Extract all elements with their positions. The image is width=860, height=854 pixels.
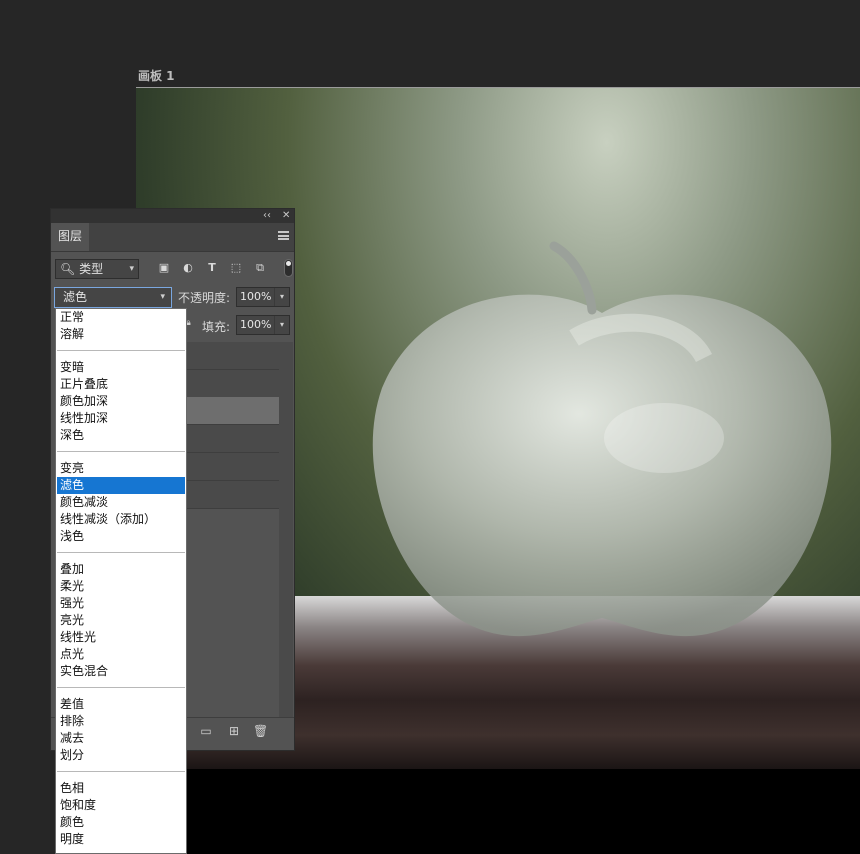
- filter-toggle[interactable]: [284, 259, 293, 277]
- smart-object-icon[interactable]: ⧉: [253, 261, 267, 275]
- chevron-down-icon: ▾: [129, 264, 134, 274]
- blend-mode-option[interactable]: 变暗: [57, 359, 185, 376]
- blend-mode-option[interactable]: 饱和度: [57, 797, 185, 814]
- blend-mode-option[interactable]: 正片叠底: [57, 376, 185, 393]
- panel-tab-bar: 图层: [51, 223, 294, 252]
- blend-mode-option[interactable]: 划分: [57, 747, 185, 764]
- folder-icon[interactable]: ▭: [199, 724, 213, 738]
- menu-separator: [57, 771, 185, 772]
- shape-icon[interactable]: ⬚: [229, 261, 243, 275]
- blend-mode-option[interactable]: 线性加深: [57, 410, 185, 427]
- blend-mode-option[interactable]: 柔光: [57, 578, 185, 595]
- blend-mode-option[interactable]: 色相: [57, 780, 185, 797]
- chevron-down-icon[interactable]: ▾: [274, 316, 289, 334]
- canvas-bottom-area: [136, 769, 860, 854]
- layer-row[interactable]: [186, 370, 279, 398]
- blend-mode-option[interactable]: 颜色减淡: [57, 494, 185, 511]
- blend-mode-option[interactable]: 叠加: [57, 561, 185, 578]
- layer-row[interactable]: [186, 481, 279, 509]
- blend-mode-option[interactable]: 变亮: [57, 460, 185, 477]
- layer-row[interactable]: [186, 342, 279, 370]
- collapse-panel-icon[interactable]: ‹‹: [263, 209, 271, 223]
- blend-mode-option[interactable]: 正常: [57, 309, 185, 326]
- opacity-input[interactable]: 100% ▾: [236, 287, 290, 307]
- blend-mode-option[interactable]: 排除: [57, 713, 185, 730]
- blend-mode-option[interactable]: 线性减淡（添加）: [57, 511, 185, 528]
- blend-mode-value: 滤色: [63, 290, 88, 304]
- close-panel-icon[interactable]: ✕: [282, 209, 290, 223]
- filter-kind-label: 类型: [79, 262, 104, 276]
- tab-layers[interactable]: 图层: [51, 223, 89, 251]
- blend-mode-option[interactable]: 颜色: [57, 814, 185, 831]
- layer-filter-row: 🔍︎ 类型 ▾ ▣ ◐ T ⬚ ⧉: [55, 259, 293, 281]
- blend-mode-option[interactable]: 实色混合: [57, 663, 185, 680]
- blend-mode-option[interactable]: 明度: [57, 831, 185, 848]
- blend-mode-option[interactable]: 颜色加深: [57, 393, 185, 410]
- layer-row-selected[interactable]: [186, 397, 279, 425]
- fill-value: 100%: [240, 318, 272, 331]
- adjustment-icon[interactable]: ◐: [181, 261, 195, 275]
- trash-icon[interactable]: 🗑︎: [253, 724, 268, 738]
- blend-mode-select[interactable]: 滤色 ▾: [54, 287, 172, 308]
- blend-mode-option[interactable]: 溶解: [57, 326, 185, 343]
- layer-list-scrollbar[interactable]: [279, 342, 293, 717]
- fill-label: 填充:: [202, 320, 231, 334]
- layer-row[interactable]: [186, 453, 279, 481]
- blend-mode-option[interactable]: 点光: [57, 646, 185, 663]
- blend-mode-option[interactable]: 线性光: [57, 629, 185, 646]
- blend-mode-option[interactable]: 浅色: [57, 528, 185, 545]
- new-layer-icon[interactable]: ⊞: [227, 724, 241, 738]
- panel-menu-icon[interactable]: [278, 231, 289, 240]
- panel-title-bar[interactable]: ‹‹ ✕: [51, 209, 294, 223]
- menu-separator: [57, 350, 185, 351]
- layer-list: [186, 342, 279, 512]
- image-icon[interactable]: ▣: [157, 261, 171, 275]
- opacity-label: 不透明度:: [178, 291, 231, 305]
- type-icon[interactable]: T: [205, 261, 219, 275]
- blend-mode-option[interactable]: 深色: [57, 427, 185, 444]
- blend-mode-option[interactable]: 亮光: [57, 612, 185, 629]
- blend-mode-option[interactable]: 减去: [57, 730, 185, 747]
- glass-apple: [372, 241, 832, 637]
- blend-mode-option[interactable]: 差值: [57, 696, 185, 713]
- menu-separator: [57, 451, 185, 452]
- chevron-down-icon: ▾: [160, 292, 165, 302]
- layer-row[interactable]: [186, 425, 279, 453]
- opacity-value: 100%: [240, 290, 272, 303]
- artboard-title: 画板 1: [138, 69, 175, 83]
- menu-separator: [57, 552, 185, 553]
- blend-mode-option[interactable]: 滤色: [57, 477, 185, 494]
- menu-separator: [57, 687, 185, 688]
- lock-icon[interactable]: 🔒︎: [186, 318, 196, 328]
- search-icon: 🔍︎: [60, 262, 76, 276]
- blend-mode-option[interactable]: 强光: [57, 595, 185, 612]
- blend-mode-dropdown: 正常 溶解变暗 正片叠底 颜色加深 线性加深 深色变亮 滤色 颜色减淡 线性减淡（添加） 浅色叠加…: [55, 308, 187, 854]
- chevron-down-icon[interactable]: ▾: [274, 288, 289, 306]
- filter-kind-select[interactable]: 🔍︎ 类型 ▾: [55, 259, 139, 279]
- fill-input[interactable]: 100% ▾: [236, 315, 290, 335]
